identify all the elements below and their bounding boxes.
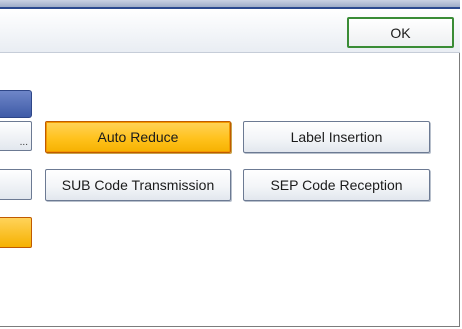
left-selected-button[interactable] [0,217,32,248]
left-ellipsis-button[interactable]: ... [0,121,32,151]
settings-panel: OK ... Auto Reduce Label Insertion SUB C… [0,0,460,327]
ellipsis-text: ... [19,137,28,148]
sub-code-transmission-button[interactable]: SUB Code Transmission [45,169,231,201]
sep-code-reception-button[interactable]: SEP Code Reception [243,169,430,201]
label-insertion-button[interactable]: Label Insertion [243,121,430,153]
left-option-button[interactable] [0,169,32,200]
title-bar [0,0,460,9]
ok-button[interactable]: OK [347,17,454,48]
auto-reduce-button[interactable]: Auto Reduce [45,121,231,153]
left-blue-tab[interactable] [0,90,32,118]
